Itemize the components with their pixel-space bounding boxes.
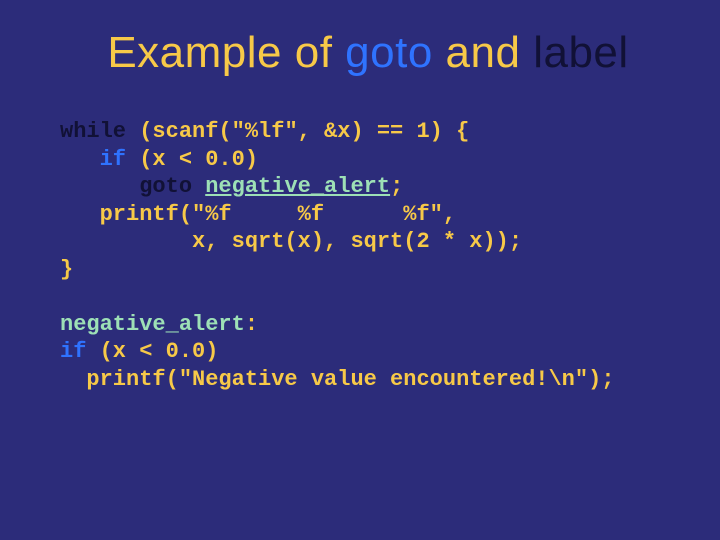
title-word-goto: goto (345, 28, 433, 77)
code-line: } (60, 257, 73, 282)
goto-target: negative_alert (205, 174, 390, 199)
title-word-of: of (295, 28, 333, 77)
code-line: x, sqrt(x), sqrt(2 * x)); (60, 229, 522, 254)
title-word-example: Example (107, 28, 282, 77)
code-indent (60, 147, 100, 172)
title-word-label: label (533, 28, 628, 77)
slide-title: Example of goto and label (56, 28, 680, 78)
keyword-while: while (60, 119, 126, 144)
keyword-if: if (60, 339, 86, 364)
code-text: : (245, 312, 258, 337)
code-line: printf("%f %f %f", (60, 202, 456, 227)
slide: Example of goto and label while (scanf("… (0, 0, 720, 540)
code-text (192, 174, 205, 199)
title-word-and: and (446, 28, 521, 77)
code-text: (x < 0.0) (86, 339, 218, 364)
keyword-goto: goto (139, 174, 192, 199)
code-text: ; (390, 174, 403, 199)
code-text: (scanf("%lf", &x) == 1) { (126, 119, 469, 144)
keyword-if: if (100, 147, 126, 172)
code-block: while (scanf("%lf", &x) == 1) { if (x < … (60, 118, 680, 393)
code-indent (60, 174, 139, 199)
label-definition: negative_alert (60, 312, 245, 337)
code-line: printf("Negative value encountered!\n"); (60, 367, 615, 392)
code-text: (x < 0.0) (126, 147, 258, 172)
